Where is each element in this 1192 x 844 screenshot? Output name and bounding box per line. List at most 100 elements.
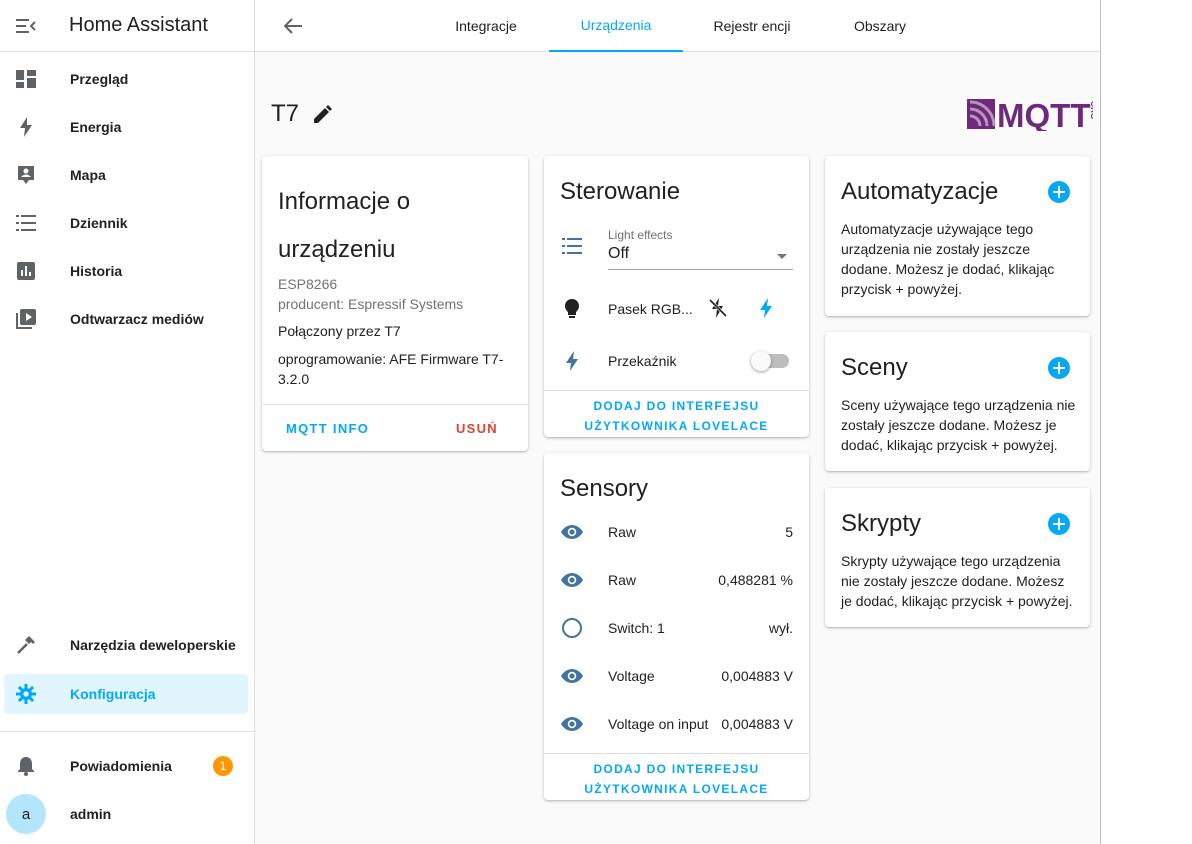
card-description: Sceny używające tego urządzenia nie zost… [841,395,1075,455]
sidebar: Home Assistant Przegląd Energia Mapa Dzi… [0,0,255,844]
edit-device-button[interactable] [313,104,333,124]
sidebar-divider [0,731,254,732]
sensor-name: Switch: 1 [608,620,665,636]
chart-box-icon [4,262,48,280]
window-edge [1100,0,1192,844]
add-automation-button[interactable] [1048,181,1070,203]
sensors-card: Sensory Raw 5 Raw 0,488281 % Switch: 1 w… [544,453,809,800]
button-line: DODAJ DO INTERFEJSU [593,399,760,413]
description-line: zostały jeszcze dodane. Możesz je [841,417,1057,433]
sensor-row[interactable]: Raw 0,488281 % [544,560,809,600]
select-label: Light effects [608,228,673,242]
arrow-left-icon [284,18,302,34]
add-to-lovelace-button[interactable]: DODAJ DO INTERFEJSU UŻYTKOWNIKA LOVELACE [544,759,809,799]
menu-collapse-button[interactable] [0,0,52,52]
description-line: dodane. Możesz je dodać, klikając [841,261,1055,277]
description-line: nie zostały jeszcze dodane. Możesz [841,573,1065,589]
sidebar-item-label: Powiadomienia [70,758,172,774]
sensor-value: 5 [785,524,793,540]
card-title: Sterowanie [560,178,681,205]
scripts-card: Skrypty Skrypty używające tego urządzeni… [825,488,1090,627]
device-firmware: oprogramowanie: AFE Firmware T7- 3.2.0 [278,349,503,389]
tab-integrations[interactable]: Integracje [441,0,531,52]
bell-icon [4,756,48,776]
dashboard-icon [4,70,48,88]
device-header: T7 [271,100,333,128]
add-scene-button[interactable] [1048,357,1070,379]
light-row: Pasek RGB... [544,289,809,329]
card-title-line: urządzeniu [278,236,396,263]
card-actions: DODAJ DO INTERFEJSU UŻYTKOWNIKA LOVELACE [544,390,809,437]
card-title: Sceny [841,354,908,381]
sidebar-item-label: Energia [70,119,122,135]
pencil-icon [314,105,333,123]
add-to-lovelace-button[interactable]: DODAJ DO INTERFEJSU UŻYTKOWNIKA LOVELACE [544,396,809,436]
map-account-icon [4,165,48,185]
top-bar: Integracje Urządzenia Rejestr encji Obsz… [255,0,1100,52]
sidebar-item-label: Mapa [70,167,106,183]
automations-card: Automatyzacje Automatyzacje używające te… [825,156,1090,316]
sidebar-item-profile[interactable]: a admin [4,794,248,834]
description-line: je dodać, klikając przycisk + powyżej. [841,593,1073,609]
svg-text:MQTT: MQTT [997,99,1090,131]
card-title: Sensory [560,475,649,502]
sidebar-item-label: Dziennik [70,215,128,231]
tab-entities[interactable]: Rejestr encji [699,0,805,52]
description-line: urządzenia nie zostały jeszcze [841,241,1031,257]
button-line: DODAJ DO INTERFEJSU [593,762,760,776]
lightning-icon [4,117,48,137]
list-icon [4,215,48,231]
sensor-value: 0,004883 V [721,716,793,732]
sensor-row[interactable]: Raw 5 [544,512,809,552]
light-effects-select[interactable]: Light effects Off [608,228,793,270]
sidebar-item-energy[interactable]: Energia [4,107,248,147]
sidebar-item-overview[interactable]: Przegląd [4,59,248,99]
sidebar-item-configuration[interactable]: Konfiguracja [4,674,248,714]
relay-row: Przekaźnik [544,341,809,381]
relay-toggle[interactable] [751,351,789,371]
sidebar-item-media[interactable]: Odtwarzacz mediów [4,299,248,339]
firmware-line: 3.2.0 [278,371,310,387]
description-line: Skrypty używające tego urządzenia [841,553,1061,569]
mqtt-info-button[interactable]: MQTT INFO [286,421,369,436]
sidebar-item-label: Konfiguracja [70,686,156,702]
tab-devices[interactable]: Urządzenia [549,0,683,52]
turn-off-button[interactable] [708,297,728,324]
mqtt-logo: MQTT ORG [967,97,1098,134]
description-line: przycisk + powyżej. [841,281,962,297]
sidebar-item-logbook[interactable]: Dziennik [4,203,248,243]
button-line: UŻYTKOWNIKA LOVELACE [584,419,769,433]
sensor-name: Raw [608,524,637,540]
sidebar-item-history[interactable]: Historia [4,251,248,291]
sensor-row[interactable]: Switch: 1 wył. [544,608,809,648]
device-name: T7 [271,100,300,127]
description-line: Automatyzacje używające tego [841,221,1034,237]
main-content: T7 MQTT ORG Informacje o urządzeniu ESP8… [255,52,1100,844]
sidebar-item-notifications[interactable]: Powiadomienia 1 [4,746,248,786]
plus-icon [1053,186,1065,198]
eye-icon [544,669,600,683]
tab-areas[interactable]: Obszary [837,0,923,52]
flash-off-icon [708,298,728,318]
card-actions: MQTT INFO USUŃ [262,404,528,451]
delete-device-button[interactable]: USUŃ [456,421,498,436]
add-script-button[interactable] [1048,513,1070,535]
sensor-row[interactable]: Voltage on input 0,004883 V [544,704,809,744]
card-description: Skrypty używające tego urządzenia nie zo… [841,551,1073,611]
firmware-line: oprogramowanie: AFE Firmware T7- [278,351,504,367]
sensor-name: Voltage on input [608,716,709,732]
sensor-row[interactable]: Voltage 0,004883 V [544,656,809,696]
button-line: UŻYTKOWNIKA LOVELACE [584,782,769,796]
sidebar-item-label: Historia [70,263,123,279]
card-title: Skrypty [841,510,922,537]
turn-on-button[interactable] [759,297,773,324]
toggle-knob [751,351,771,371]
sensor-value: wył. [768,620,793,636]
sidebar-item-developer-tools[interactable]: Narzędzia deweloperskie [4,625,248,665]
device-info-card: Informacje o urządzeniu ESP8266 producen… [262,156,528,451]
app-title: Home Assistant [69,14,208,36]
device-model: ESP8266 [278,276,338,292]
sidebar-item-map[interactable]: Mapa [4,155,248,195]
plus-icon [1053,518,1065,530]
back-button[interactable] [279,12,307,40]
